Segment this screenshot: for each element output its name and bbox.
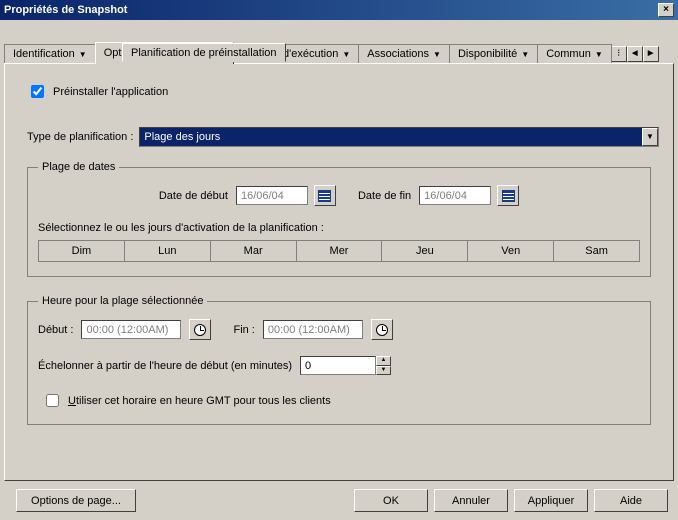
days-header: Sélectionnez le ou les jours d'activatio…	[38, 222, 640, 234]
tab-nav-left[interactable]: ◄	[627, 46, 643, 62]
gmt-row: UUtiliser cet horaire en heure GMT pour …	[42, 391, 640, 410]
date-range-legend: Plage de dates	[38, 161, 119, 173]
tab-label: Disponibilité	[458, 48, 517, 60]
tab-label: Associations	[367, 48, 429, 60]
day-cell-fri[interactable]: Ven	[468, 241, 554, 261]
time-row: Début : Fin :	[38, 319, 640, 340]
stagger-input[interactable]	[300, 356, 376, 375]
end-time-label: Fin :	[233, 324, 254, 336]
chevron-down-icon: ▼	[521, 50, 529, 59]
help-button[interactable]: Aide	[594, 489, 668, 512]
start-date-picker-button[interactable]	[314, 185, 336, 206]
plan-type-label: Type de planification :	[27, 131, 133, 143]
chevron-down-icon: ▼	[433, 50, 441, 59]
day-cell-thu[interactable]: Jeu	[382, 241, 468, 261]
tab-strip: Identification ▼ Options de distribution…	[4, 24, 674, 64]
day-grid: Dim Lun Mar Mer Jeu Ven Sam	[38, 240, 640, 262]
date-range-group: Plage de dates Date de début Date de fin…	[27, 161, 651, 277]
tab-availability[interactable]: Disponibilité ▼	[449, 44, 538, 64]
chevron-down-icon: ▼	[595, 50, 603, 59]
tab-common[interactable]: Commun ▼	[537, 44, 612, 64]
tab-label: Commun	[546, 48, 591, 60]
subtab-preinstall-schedule[interactable]: Planification de préinstallation	[122, 43, 286, 62]
day-cell-tue[interactable]: Mar	[211, 241, 297, 261]
tab-identification[interactable]: Identification ▼	[4, 44, 96, 64]
subtab-label: Planification de préinstallation	[131, 47, 277, 59]
end-date-input[interactable]	[419, 186, 491, 205]
spinner-down-button[interactable]: ▼	[376, 366, 391, 376]
cancel-button[interactable]: Annuler	[434, 489, 508, 512]
time-range-group: Heure pour la plage sélectionnée Début :…	[27, 295, 651, 425]
plan-type-row: Type de planification : Plage des jours …	[27, 127, 659, 147]
close-button[interactable]: ×	[658, 3, 674, 17]
tab-nav-right[interactable]: ►	[643, 46, 659, 62]
ok-button[interactable]: OK	[354, 489, 428, 512]
title-bar: Propriétés de Snapshot ×	[0, 0, 678, 20]
day-cell-sat[interactable]: Sam	[554, 241, 639, 261]
chevron-down-icon[interactable]: ▼	[642, 128, 658, 146]
gmt-checkbox[interactable]	[46, 394, 59, 407]
chevron-down-icon: ▼	[342, 50, 350, 59]
start-date-label: Date de début	[159, 190, 228, 202]
clock-icon	[376, 324, 388, 336]
preinstall-checkbox[interactable]	[31, 85, 44, 98]
tab-panel: Préinstaller l'application Type de plani…	[4, 63, 674, 481]
time-range-legend: Heure pour la plage sélectionnée	[38, 295, 207, 307]
tab-nav-misc[interactable]: ⁝	[611, 46, 627, 62]
calendar-icon	[502, 190, 515, 202]
day-cell-mon[interactable]: Lun	[125, 241, 211, 261]
spinner-up-button[interactable]: ▲	[376, 356, 391, 366]
end-date-label: Date de fin	[358, 190, 411, 202]
plan-type-value: Plage des jours	[144, 131, 220, 143]
window-title: Propriétés de Snapshot	[4, 4, 658, 16]
plan-type-combo[interactable]: Plage des jours ▼	[139, 127, 659, 147]
start-time-picker-button[interactable]	[189, 319, 211, 340]
tab-associations[interactable]: Associations ▼	[358, 44, 450, 64]
stagger-spinner: ▲ ▼	[300, 356, 391, 375]
end-time-picker-button[interactable]	[371, 319, 393, 340]
page-options-button[interactable]: Options de page...	[16, 489, 136, 512]
subtab-row: Planification de préinstallation	[122, 43, 286, 62]
date-row: Date de début Date de fin	[38, 185, 640, 206]
window-body: Identification ▼ Options de distribution…	[0, 20, 678, 520]
end-time-input[interactable]	[263, 320, 363, 339]
calendar-icon	[318, 190, 331, 202]
chevron-down-icon: ▼	[79, 50, 87, 59]
start-date-input[interactable]	[236, 186, 308, 205]
clock-icon	[194, 324, 206, 336]
tab-nav: ⁝ ◄ ►	[611, 44, 659, 64]
start-time-label: Début :	[38, 324, 73, 336]
apply-button[interactable]: Appliquer	[514, 489, 588, 512]
stagger-label: Échelonner à partir de l'heure de début …	[38, 360, 292, 372]
gmt-label: UUtiliser cet horaire en heure GMT pour …	[68, 395, 331, 407]
end-date-picker-button[interactable]	[497, 185, 519, 206]
day-cell-sun[interactable]: Dim	[39, 241, 125, 261]
button-bar: Options de page... OK Annuler Appliquer …	[10, 489, 668, 512]
stagger-row: Échelonner à partir de l'heure de début …	[38, 356, 640, 375]
start-time-input[interactable]	[81, 320, 181, 339]
tab-label: Identification	[13, 48, 75, 60]
preinstall-label: Préinstaller l'application	[53, 86, 168, 98]
day-cell-wed[interactable]: Mer	[297, 241, 383, 261]
preinstall-row: Préinstaller l'application	[27, 82, 659, 101]
